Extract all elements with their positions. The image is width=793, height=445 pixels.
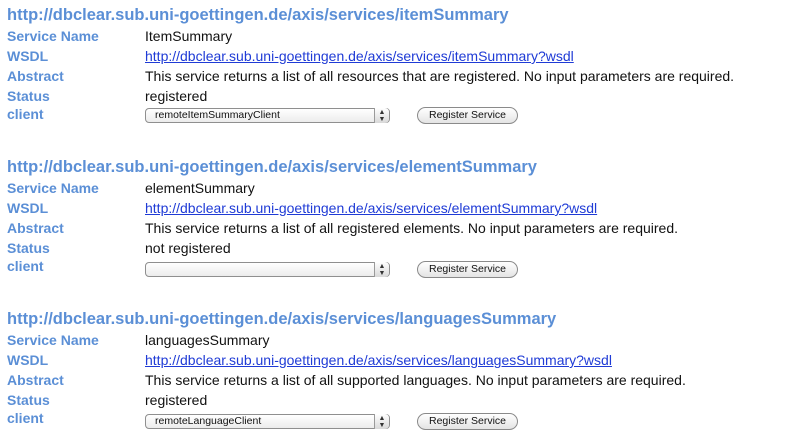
service-name-value: ItemSummary (145, 28, 233, 44)
up-down-arrows-icon: ▲ ▼ (374, 414, 389, 429)
service-name-label: Service Name (7, 180, 99, 196)
service-name-label: Service Name (7, 332, 99, 348)
abstract-label: Abstract (7, 372, 64, 388)
status-label: Status (7, 88, 50, 104)
service-name-value: languagesSummary (145, 332, 270, 348)
up-down-arrows-icon: ▲ ▼ (374, 262, 389, 277)
status-value: not registered (145, 240, 231, 256)
service-title: http://dbclear.sub.uni-goettingen.de/axi… (7, 158, 537, 176)
status-label: Status (7, 392, 50, 408)
wsdl-link[interactable]: http://dbclear.sub.uni-goettingen.de/axi… (145, 352, 612, 368)
service-name-label: Service Name (7, 28, 99, 44)
status-value: registered (145, 88, 208, 104)
wsdl-label: WSDL (7, 352, 49, 368)
client-select[interactable]: ▲ ▼ (145, 262, 390, 277)
register-service-button[interactable]: Register Service (417, 261, 518, 278)
status-value: registered (145, 392, 208, 408)
client-label: client (7, 410, 44, 426)
service-title: http://dbclear.sub.uni-goettingen.de/axi… (7, 310, 557, 328)
client-select[interactable]: remoteLanguageClient ▲ ▼ (145, 414, 390, 429)
client-select-value: remoteItemSummaryClient (155, 109, 280, 121)
wsdl-link[interactable]: http://dbclear.sub.uni-goettingen.de/axi… (145, 48, 574, 64)
client-select-value: remoteLanguageClient (155, 415, 262, 427)
abstract-value: This service returns a list of all suppo… (145, 372, 686, 388)
up-down-arrows-icon: ▲ ▼ (374, 108, 389, 123)
register-service-button[interactable]: Register Service (417, 413, 518, 430)
register-service-button[interactable]: Register Service (417, 107, 518, 124)
abstract-value: This service returns a list of all resou… (145, 68, 735, 84)
wsdl-link[interactable]: http://dbclear.sub.uni-goettingen.de/axi… (145, 200, 597, 216)
abstract-label: Abstract (7, 68, 64, 84)
client-label: client (7, 258, 44, 274)
client-label: client (7, 106, 44, 122)
service-title: http://dbclear.sub.uni-goettingen.de/axi… (7, 6, 509, 24)
wsdl-label: WSDL (7, 200, 49, 216)
client-select[interactable]: remoteItemSummaryClient ▲ ▼ (145, 108, 390, 123)
service-name-value: elementSummary (145, 180, 255, 196)
abstract-value: This service returns a list of all regis… (145, 220, 679, 236)
wsdl-label: WSDL (7, 48, 49, 64)
status-label: Status (7, 240, 50, 256)
abstract-label: Abstract (7, 220, 64, 236)
